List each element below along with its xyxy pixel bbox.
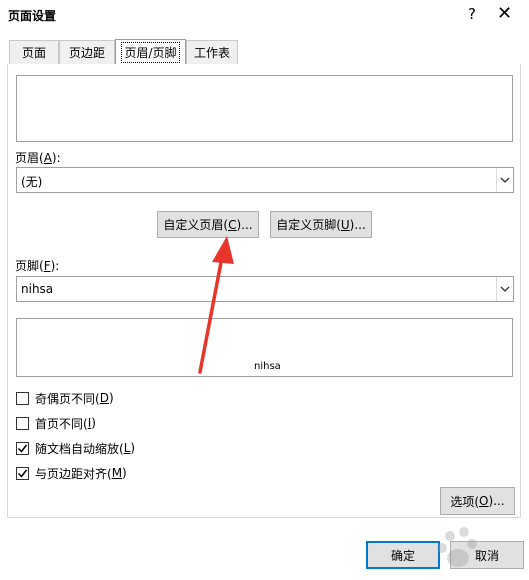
header-select-value: (无): [21, 175, 43, 189]
access-key: A: [43, 151, 52, 165]
chevron-down-icon[interactable]: [496, 168, 513, 192]
button-label: 选项(: [450, 494, 480, 509]
options-button[interactable]: 选项(O)...: [440, 487, 515, 515]
footer-preview: nihsa: [16, 318, 513, 377]
tab-margins[interactable]: 页边距: [59, 40, 115, 64]
help-button[interactable]: ?: [468, 5, 476, 23]
footer-preview-text: nihsa: [254, 361, 281, 372]
tab-label: 页眉/页脚: [121, 42, 180, 63]
tab-label: 页边距: [68, 46, 105, 60]
tab-page[interactable]: 页面: [9, 40, 59, 64]
label-text: ):: [50, 259, 60, 273]
footer-select[interactable]: nihsa: [16, 276, 514, 302]
tab-header-footer[interactable]: 页眉/页脚: [115, 39, 186, 65]
checkbox-label: ): [108, 391, 114, 405]
access-key: M: [111, 466, 123, 480]
tab-sheet[interactable]: 工作表: [186, 40, 238, 64]
dialog-title: 页面设置: [8, 9, 57, 23]
checkbox-scale-with-document[interactable]: 随文档自动缩放(L): [16, 439, 135, 457]
checkbox-odd-even[interactable]: 奇偶页不同(D): [16, 389, 114, 407]
access-key: U: [340, 217, 350, 232]
checkbox-box[interactable]: [16, 466, 29, 480]
access-key: O: [479, 494, 489, 508]
button-label: )...: [349, 217, 366, 232]
access-key: D: [99, 391, 109, 405]
button-label: 确定: [390, 548, 415, 563]
checkbox-label: ): [122, 466, 127, 480]
access-key: L: [123, 441, 131, 455]
checkbox-label: 奇偶页不同(: [35, 391, 100, 406]
custom-footer-button[interactable]: 自定义页脚(U)...: [270, 211, 372, 238]
checkbox-first-page[interactable]: 首页不同(I): [16, 414, 96, 432]
label-text: 页脚(: [15, 259, 44, 273]
button-label: )...: [488, 494, 505, 508]
checkbox-label: 首页不同(: [35, 416, 88, 431]
checkbox-box[interactable]: [16, 416, 29, 430]
checkmark-icon: [17, 444, 28, 453]
label-text: 页眉(: [15, 151, 44, 165]
label-text: ):: [51, 151, 61, 165]
checkbox-label: 随文档自动缩放(: [35, 441, 124, 456]
checkbox-box[interactable]: [16, 391, 29, 405]
header-label: 页眉(A):: [15, 149, 61, 166]
button-label: 自定义页脚(: [276, 218, 341, 232]
checkbox-label: 与页边距对齐(: [35, 466, 112, 481]
checkbox-align-margins[interactable]: 与页边距对齐(M): [16, 464, 127, 482]
close-button[interactable]: ✕: [497, 3, 512, 24]
chevron-down-icon[interactable]: [496, 277, 513, 301]
tab-label: 页面: [21, 46, 46, 60]
footer-select-value: nihsa: [21, 282, 54, 296]
checkbox-label: ): [91, 416, 96, 430]
tab-label: 工作表: [193, 46, 230, 60]
access-key: F: [43, 259, 51, 273]
checkbox-box[interactable]: [16, 441, 29, 455]
header-preview: [16, 75, 513, 142]
footer-label: 页脚(F):: [15, 257, 59, 274]
header-select[interactable]: (无): [16, 167, 514, 193]
checkmark-icon: [17, 469, 28, 478]
watermark-logo: [437, 527, 477, 567]
checkbox-label: ): [130, 441, 136, 455]
title-bar: [0, 0, 529, 30]
red-arrow-annotation: [198, 236, 234, 374]
